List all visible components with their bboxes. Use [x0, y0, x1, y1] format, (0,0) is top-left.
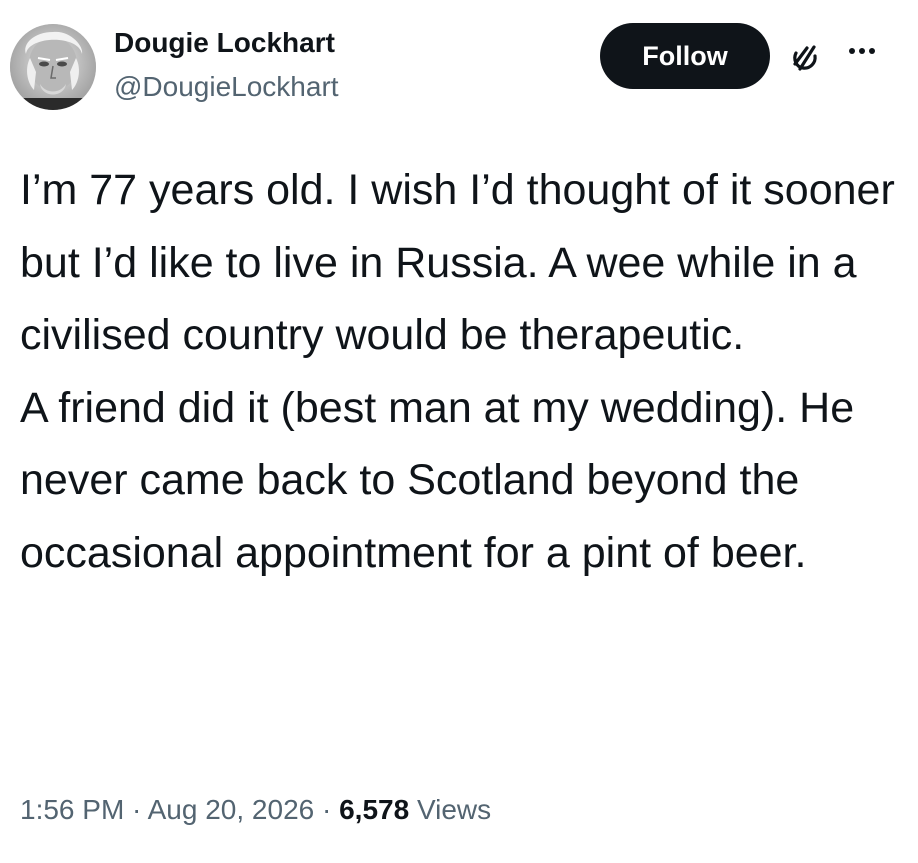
grok-icon-graphic	[793, 45, 817, 71]
profile-photo-icon	[10, 24, 96, 110]
more-icon[interactable]	[842, 38, 882, 64]
tweet-text: I’m 77 years old. I wish I’d thought of …	[20, 166, 895, 577]
tweet-card: Dougie Lockhart @DougieLockhart Follow I…	[0, 0, 918, 863]
tweet-date[interactable]: Aug 20, 2026	[148, 794, 315, 825]
author-handle[interactable]: @DougieLockhart	[114, 70, 339, 104]
follow-button[interactable]: Follow	[600, 23, 770, 89]
views-label: Views	[409, 794, 492, 825]
views-count: 6,578	[339, 794, 410, 825]
grok-icon[interactable]	[786, 39, 822, 75]
tweet-time[interactable]: 1:56 PM	[20, 794, 124, 825]
meta-separator: ·	[314, 794, 340, 825]
meta-separator: ·	[124, 794, 148, 825]
ellipsis-icon	[849, 48, 875, 54]
avatar[interactable]	[10, 24, 96, 110]
author-display-name[interactable]: Dougie Lockhart	[114, 26, 335, 60]
tweet-meta: 1:56 PM · Aug 20, 2026 · 6,578 Views	[20, 792, 491, 828]
